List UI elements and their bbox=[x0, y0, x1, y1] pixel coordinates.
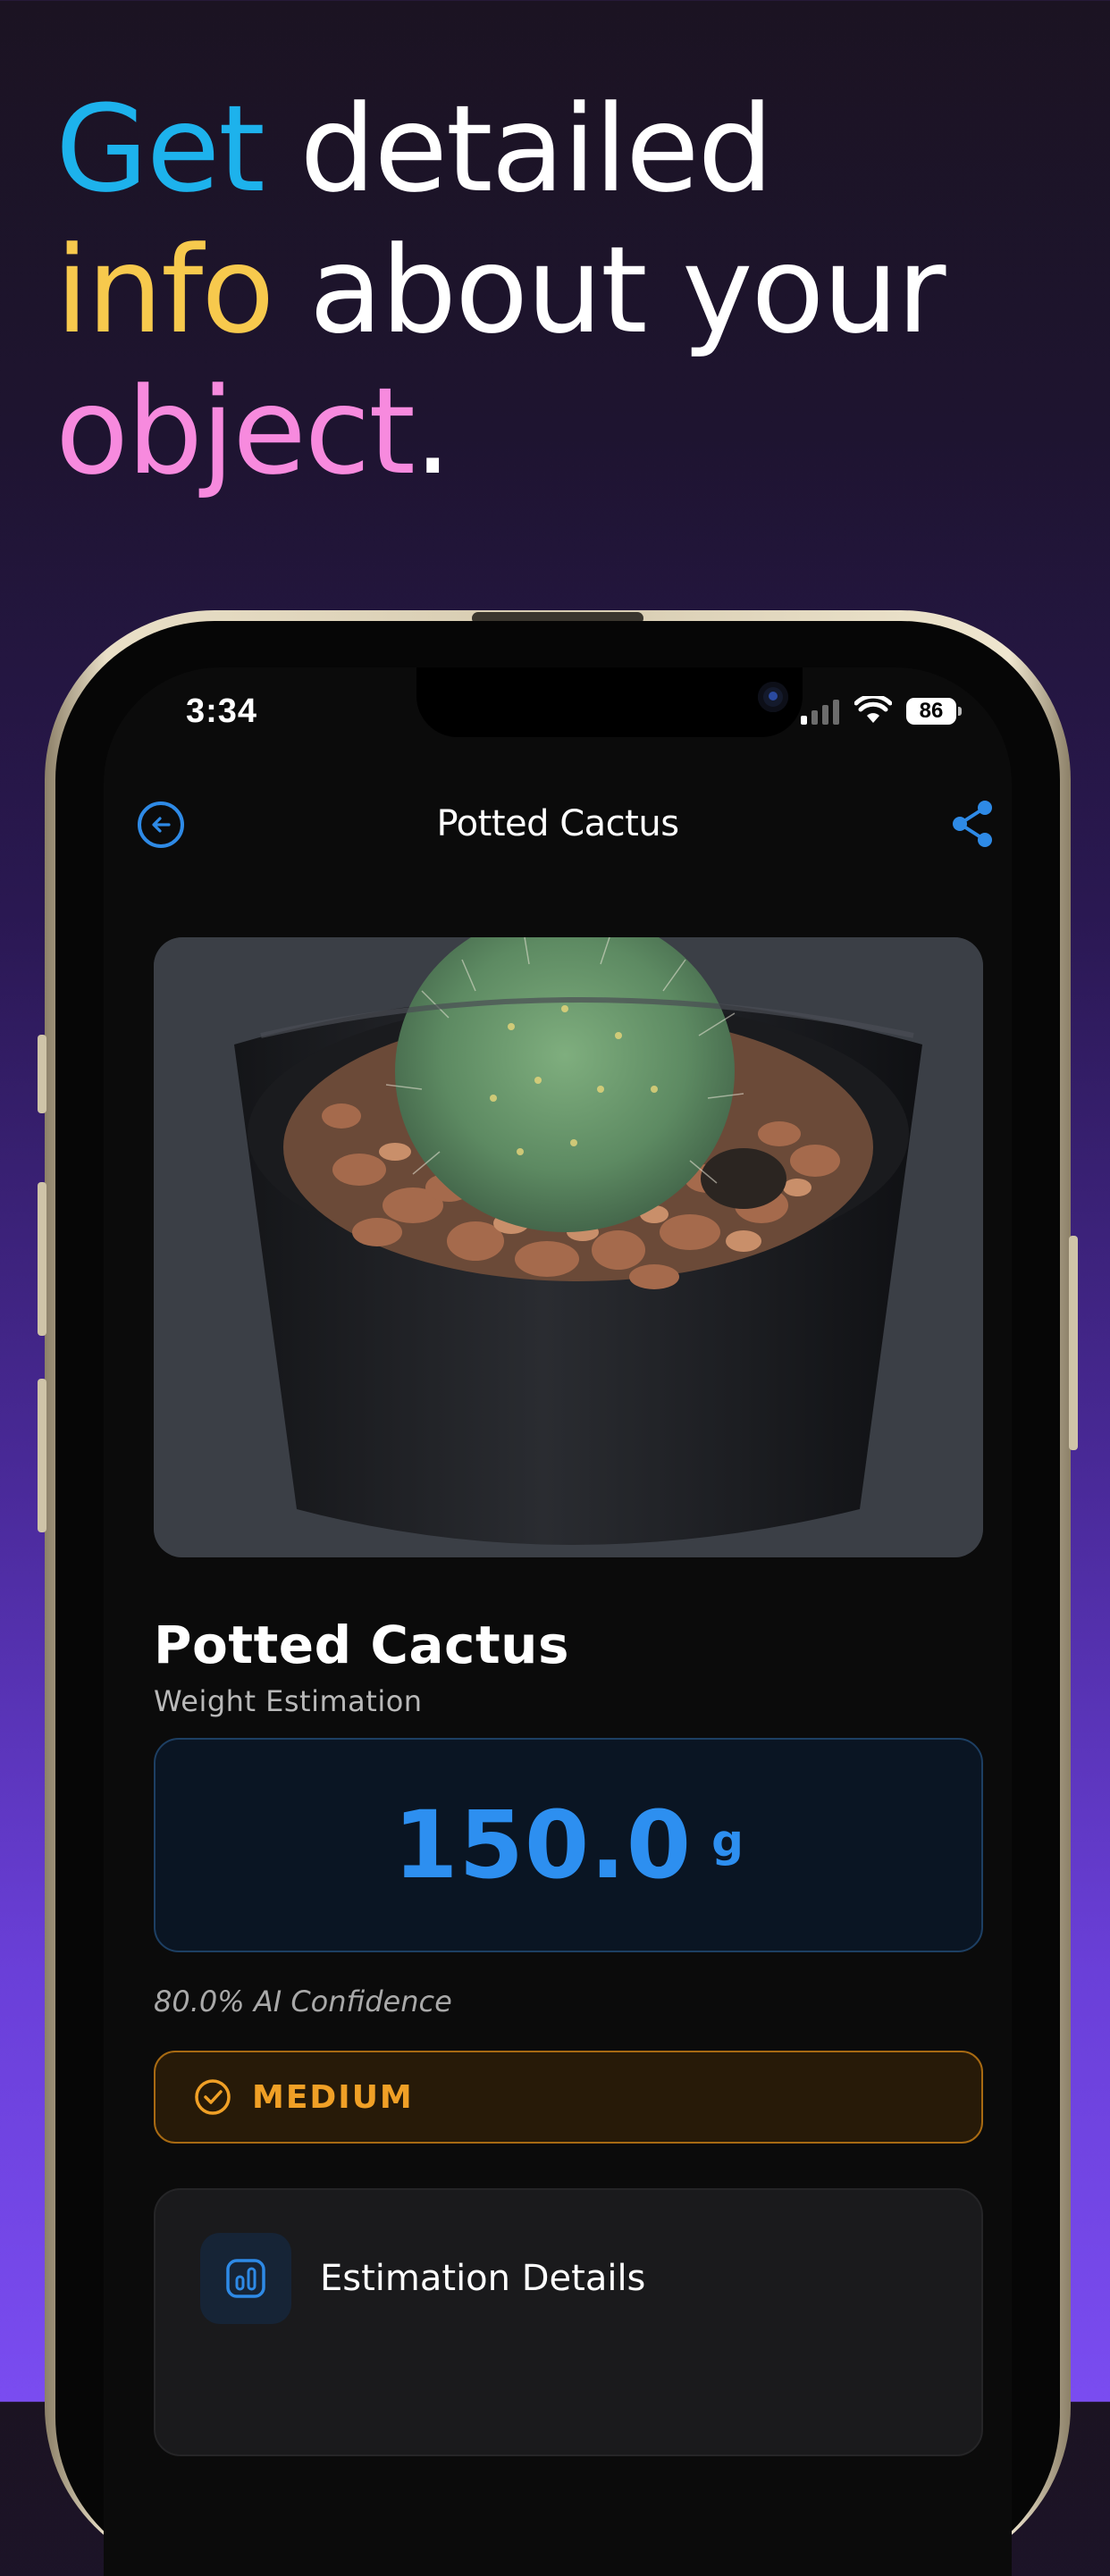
notch bbox=[416, 667, 990, 737]
details-icon-container bbox=[200, 2233, 291, 2324]
phone-frame: 3:34 86 Potted Cactus Potted Cactus Weig… bbox=[38, 610, 1078, 2576]
estimation-details-card[interactable]: Estimation Details bbox=[154, 2188, 983, 2456]
phone-volume-up bbox=[38, 1182, 46, 1336]
object-subtitle: Weight Estimation bbox=[154, 1684, 423, 1718]
phone-power-button bbox=[1069, 1236, 1078, 1450]
headline-word-about-your: about your bbox=[308, 221, 946, 360]
phone-silent-switch bbox=[38, 1035, 46, 1113]
confidence-level-badge: MEDIUM bbox=[154, 2051, 983, 2144]
phone-bezel: 3:34 86 Potted Cactus Potted Cactus Weig… bbox=[55, 621, 1060, 2576]
promo-headline: Get detailed info about your object. bbox=[55, 79, 1074, 502]
phone-screen: 3:34 86 Potted Cactus Potted Cactus Weig… bbox=[104, 667, 1012, 2576]
wifi-icon bbox=[854, 696, 892, 723]
weight-estimate-card: 150.0 g bbox=[154, 1738, 983, 1952]
estimation-details-title: Estimation Details bbox=[320, 2258, 646, 2299]
weight-unit: g bbox=[711, 1815, 744, 1867]
weight-value: 150.0 bbox=[393, 1791, 693, 1900]
nav-title: Potted Cactus bbox=[436, 803, 679, 844]
check-circle-icon bbox=[195, 2079, 231, 2115]
share-icon[interactable] bbox=[951, 800, 996, 848]
object-name: Potted Cactus bbox=[154, 1615, 569, 1675]
phone-volume-down bbox=[38, 1379, 46, 1532]
ai-confidence-text: 80.0% AI Confidence bbox=[154, 1984, 452, 2018]
headline-word-object: object bbox=[55, 362, 416, 501]
battery-icon: 86 bbox=[906, 698, 962, 725]
confidence-level-label: MEDIUM bbox=[252, 2078, 414, 2116]
privacy-indicator-dot bbox=[981, 675, 990, 684]
chart-icon bbox=[226, 2259, 265, 2298]
headline-period: . bbox=[413, 362, 452, 501]
object-photo bbox=[154, 937, 983, 1557]
headline-word-detailed: detailed bbox=[299, 80, 773, 219]
headline-word-info: info bbox=[55, 221, 274, 360]
headline-word-get: Get bbox=[55, 80, 265, 219]
status-time: 3:34 bbox=[186, 692, 258, 730]
cellular-signal-icon bbox=[801, 700, 839, 725]
front-camera-icon bbox=[758, 682, 788, 712]
